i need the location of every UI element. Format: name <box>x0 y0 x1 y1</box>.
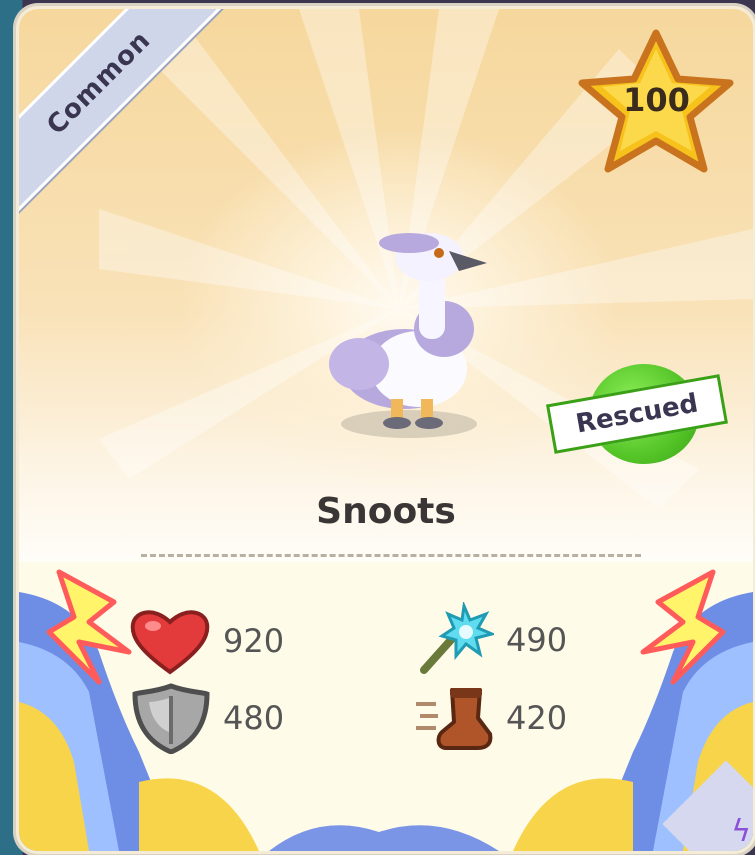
stat-health-value: 920 <box>223 622 285 660</box>
lightning-icon: ϟ <box>731 814 751 849</box>
stat-speed: 420 <box>414 682 567 754</box>
pet-name: Snoots <box>316 491 456 532</box>
star-value: 100 <box>623 81 690 119</box>
stat-power-value: 490 <box>506 621 568 659</box>
name-divider <box>141 554 641 557</box>
stat-health: 920 <box>129 606 284 676</box>
heart-icon <box>130 610 210 675</box>
shield-icon <box>132 683 210 754</box>
stats-panel: 920 490 480 420 <box>19 562 753 851</box>
stat-speed-value: 420 <box>506 699 568 737</box>
pet-card: Common 100 Rescued Snoots 920 490 480 42… <box>16 6 755 854</box>
wand-icon <box>420 602 494 674</box>
stat-defense-value: 480 <box>223 699 285 737</box>
boot-icon <box>416 688 493 750</box>
stat-power: 490 <box>414 602 567 678</box>
pet-sprite <box>329 233 487 438</box>
stat-defense: 480 <box>131 682 284 754</box>
